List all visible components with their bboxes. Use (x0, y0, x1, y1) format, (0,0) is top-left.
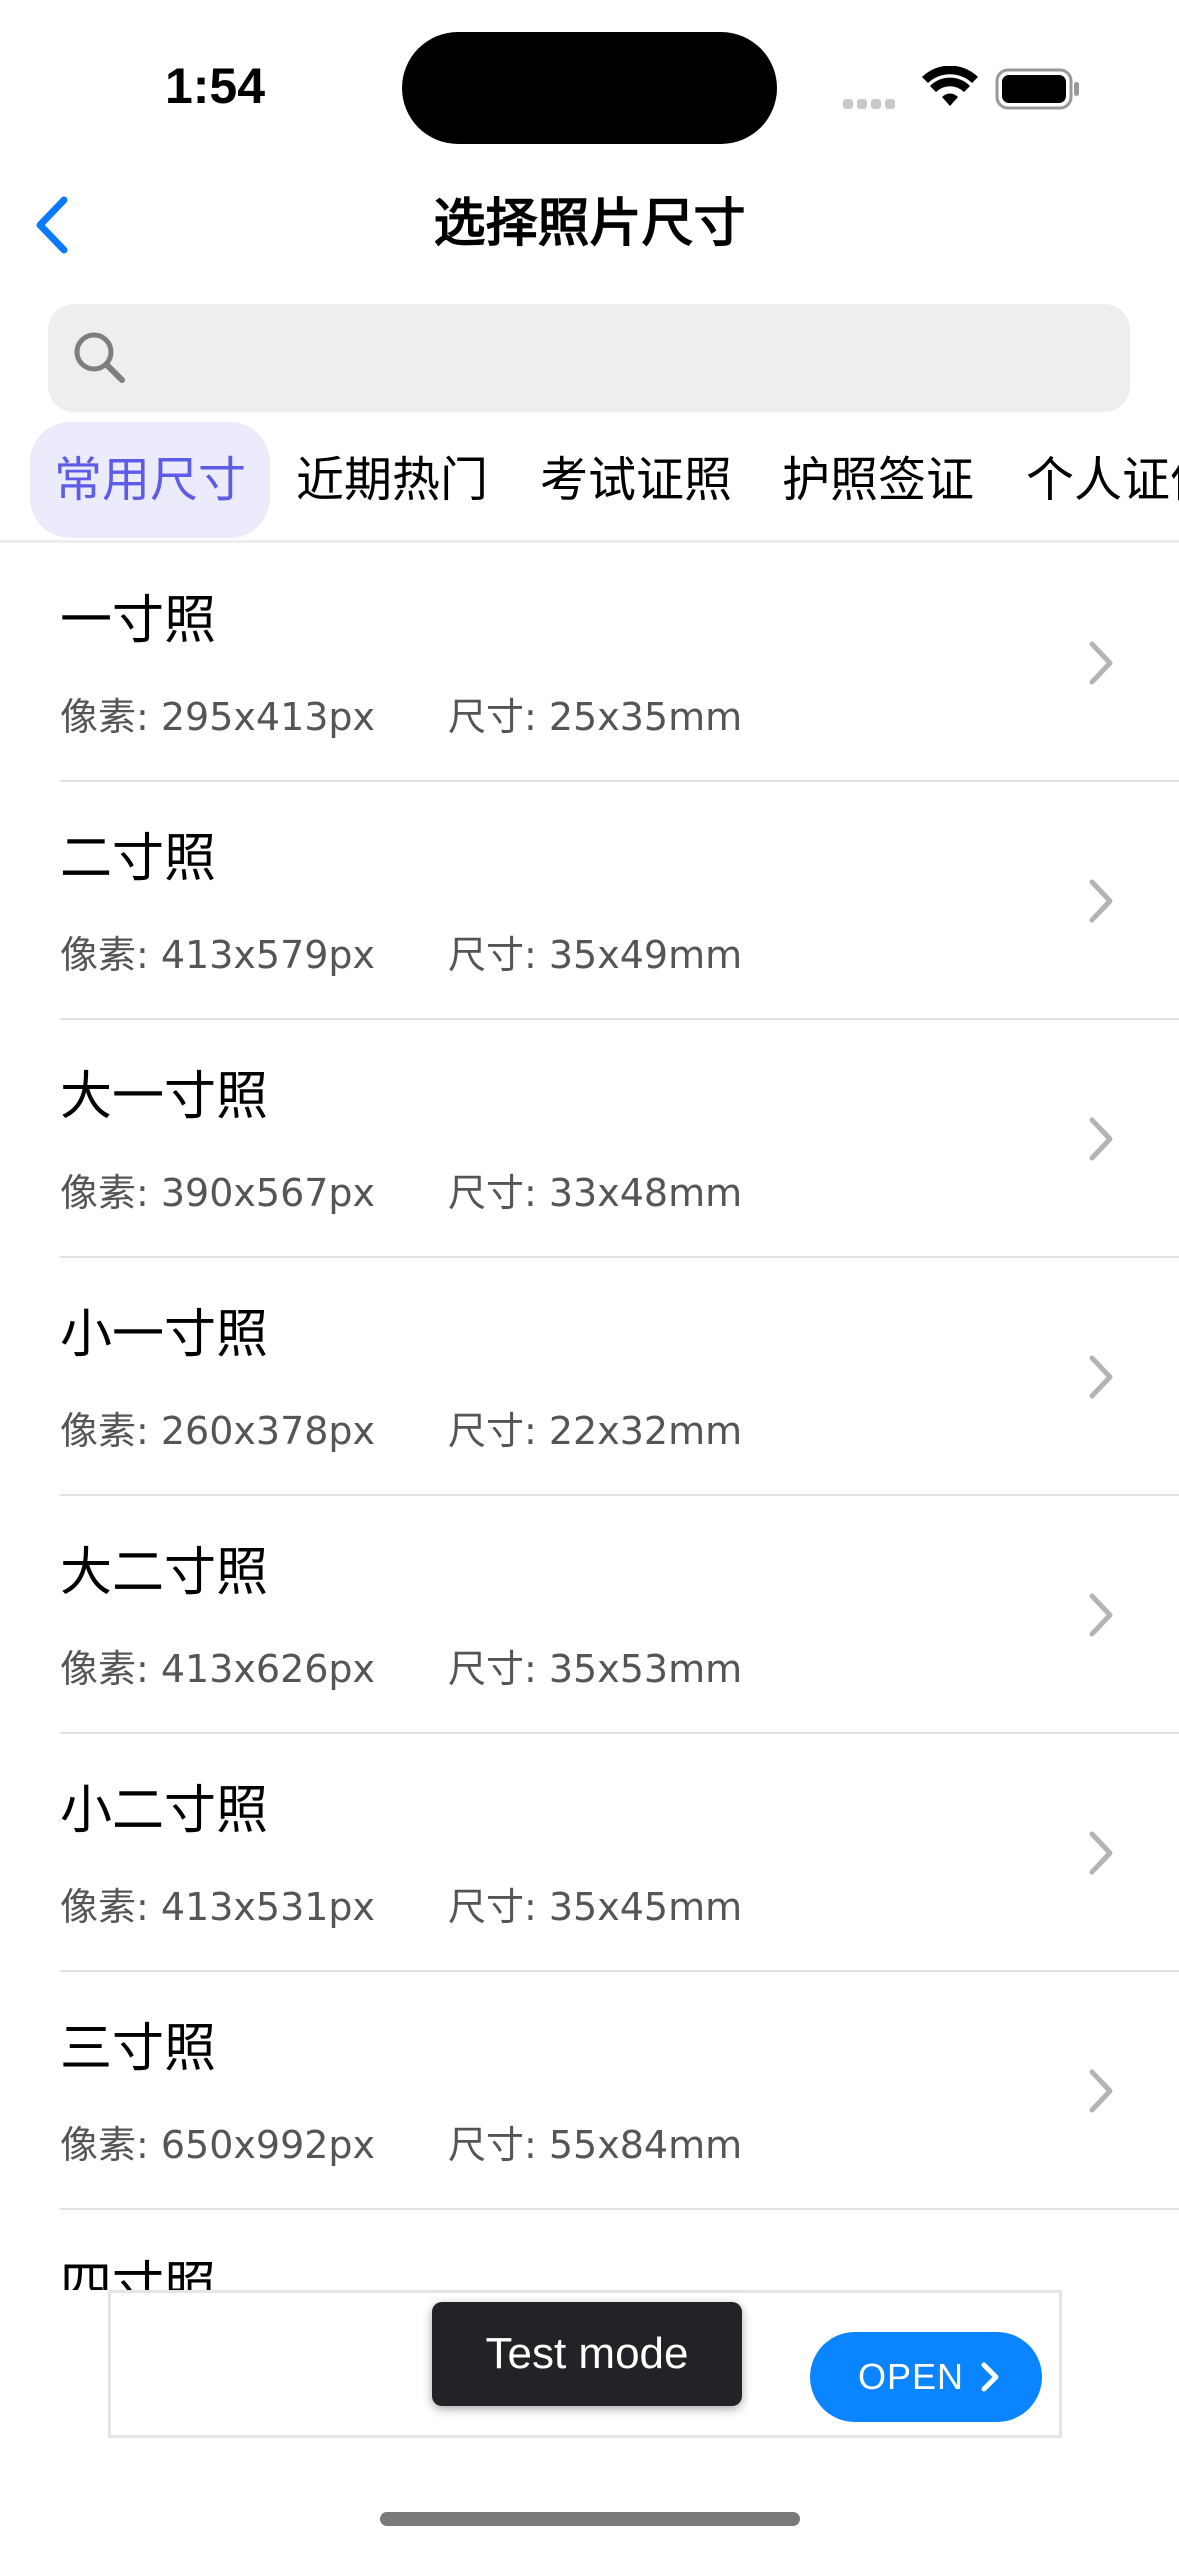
item-physical-size: 尺寸: 35x49mm (448, 933, 743, 977)
wifi-icon (922, 66, 978, 106)
chevron-right-icon (981, 2362, 999, 2392)
item-pixel-dimensions: 像素: 650x992px (60, 2123, 376, 2167)
item-title: 四寸照 (60, 2257, 217, 2290)
tab-recent-popular[interactable]: 近期热门 (296, 422, 488, 538)
item-physical-size: 尺寸: 35x53mm (448, 1647, 743, 1691)
ad-open-button[interactable]: OPEN (810, 2332, 1042, 2422)
list-item[interactable]: 小二寸照 像素: 413x531px 尺寸: 35x45mm (0, 1734, 1179, 1972)
battery-icon (995, 68, 1079, 110)
list-item[interactable]: 大一寸照 像素: 390x567px 尺寸: 33x48mm (0, 1020, 1179, 1258)
item-physical-size: 尺寸: 55x84mm (448, 2123, 743, 2167)
item-physical-size: 尺寸: 35x45mm (448, 1885, 743, 1929)
search-input[interactable] (138, 304, 1102, 414)
tab-exam-photos[interactable]: 考试证照 (540, 422, 732, 538)
category-tabs: 常用尺寸 近期热门 考试证照 护照签证 个人证件 (0, 422, 1179, 542)
item-pixel-dimensions: 像素: 413x626px (60, 1647, 376, 1691)
item-pixel-dimensions: 像素: 413x579px (60, 933, 376, 977)
chevron-right-icon (1089, 879, 1113, 923)
item-pixel-dimensions: 像素: 390x567px (60, 1171, 376, 1215)
open-label: OPEN (858, 2356, 965, 2397)
chevron-right-icon (1089, 1117, 1113, 1161)
item-physical-size: 尺寸: 22x32mm (448, 1409, 743, 1453)
chevron-right-icon (1089, 2069, 1113, 2113)
item-title: 大二寸照 (60, 1543, 269, 1603)
status-time: 1:54 (164, 58, 266, 114)
cellular-signal-icon (843, 94, 899, 113)
tabs-divider (0, 540, 1179, 543)
home-indicator[interactable] (380, 2512, 800, 2526)
search-bar[interactable] (48, 304, 1130, 414)
item-title: 小二寸照 (60, 1781, 269, 1841)
search-icon (74, 332, 125, 383)
chevron-right-icon (1089, 1831, 1113, 1875)
list-item[interactable]: 小一寸照 像素: 260x378px 尺寸: 22x32mm (0, 1258, 1179, 1496)
item-pixel-dimensions: 像素: 413x531px (60, 1885, 376, 1929)
chevron-right-icon (1089, 1355, 1113, 1399)
chevron-right-icon (1089, 1593, 1113, 1637)
item-physical-size: 尺寸: 25x35mm (448, 695, 743, 739)
item-title: 一寸照 (60, 591, 217, 651)
list-item[interactable]: 一寸照 像素: 295x413px 尺寸: 25x35mm (0, 544, 1179, 782)
item-pixel-dimensions: 像素: 295x413px (60, 695, 376, 739)
test-mode-badge: Test mode (432, 2302, 742, 2406)
list-item[interactable]: 二寸照 像素: 413x579px 尺寸: 35x49mm (0, 782, 1179, 1020)
dynamic-island (402, 32, 777, 144)
item-title: 小一寸照 (60, 1305, 269, 1365)
chevron-right-icon (1089, 641, 1113, 685)
tab-personal-id[interactable]: 个人证件 (1026, 422, 1179, 538)
page-title: 选择照片尺寸 (433, 194, 746, 254)
item-pixel-dimensions: 像素: 260x378px (60, 1409, 376, 1453)
photo-size-list: 一寸照 像素: 295x413px 尺寸: 25x35mm 二寸照 像素: 41… (0, 544, 1179, 2290)
item-title: 二寸照 (60, 829, 217, 889)
tab-passport-visa[interactable]: 护照签证 (782, 422, 974, 538)
tab-common-sizes[interactable]: 常用尺寸 (30, 422, 270, 538)
list-item[interactable]: 大二寸照 像素: 413x626px 尺寸: 35x53mm (0, 1496, 1179, 1734)
list-item[interactable]: 四寸照 (0, 2210, 1179, 2290)
item-title: 大一寸照 (60, 1067, 269, 1127)
item-physical-size: 尺寸: 33x48mm (448, 1171, 743, 1215)
item-title: 三寸照 (60, 2019, 217, 2079)
list-item[interactable]: 三寸照 像素: 650x992px 尺寸: 55x84mm (0, 1972, 1179, 2210)
